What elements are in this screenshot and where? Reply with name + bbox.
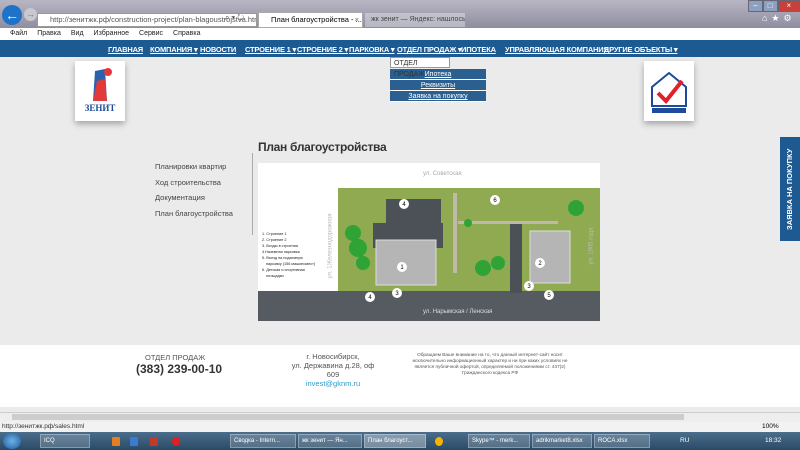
taskbar-item[interactable]: Сводка - Intern... — [230, 434, 296, 448]
minimize-button[interactable]: – — [748, 0, 763, 12]
nav-news[interactable]: НОВОСТИ — [200, 45, 236, 54]
footer-street: ул. Державина д.28, оф 609 — [291, 361, 375, 379]
nav-sales[interactable]: ОТДЕЛ ПРОДАЖ ▾ — [397, 45, 462, 54]
taskbar-excel[interactable]: ROCA.xlsx — [594, 434, 650, 448]
home-star-gear-icons[interactable]: ⌂★⚙ — [762, 13, 796, 24]
menu-edit[interactable]: Правка — [37, 28, 61, 40]
footer-disclaimer: Обращаем Ваше внимание на то, что данный… — [412, 352, 568, 375]
tab-title: План благоустройства - ... — [271, 15, 362, 24]
start-button[interactable] — [3, 433, 21, 449]
nav-building1[interactable]: СТРОЕНИЕ 1 ▾ — [245, 45, 296, 54]
status-bar: http://зенитжк.рф/sales.html — [0, 422, 800, 432]
tab-active[interactable]: План благоустройства - ... × — [258, 12, 363, 28]
language-indicator[interactable]: RU — [680, 434, 689, 448]
search-refresh-icons[interactable]: ⌕ ▾ ↻ — [225, 13, 244, 23]
window-controls: – □ × — [748, 0, 800, 12]
side-link-docs[interactable]: Документация — [155, 193, 233, 209]
purchase-request-tab[interactable]: ЗАЯВКА НА ПОКУПКУ — [780, 137, 800, 241]
page-title: План благоустройства — [258, 140, 387, 154]
menu-bar: Файл Правка Вид Избранное Сервис Справка — [0, 28, 800, 40]
street-top: ул. Советская — [423, 171, 462, 177]
menu-view[interactable]: Вид — [71, 28, 84, 40]
nav-building2[interactable]: СТРОЕНИЕ 2 ▾ — [297, 45, 348, 54]
quicklaunch-icon[interactable] — [112, 437, 120, 446]
forward-button[interactable]: → — [24, 8, 37, 21]
site-plan-map: 46123345 ул. Советская ул. 1Железнодорож… — [258, 163, 600, 321]
quicklaunch-icon[interactable] — [130, 437, 138, 446]
side-link-landscaping[interactable]: План благоустройства — [155, 209, 233, 225]
sales-dropdown: ОТДЕЛ ПРОДАЖ Ипотека Реквизиты Заявка на… — [390, 57, 486, 102]
close-tab-icon[interactable]: × — [355, 13, 359, 27]
novy-mir-logo[interactable] — [644, 61, 694, 121]
dropdown-requisites[interactable]: Реквизиты — [390, 80, 486, 91]
footer-address: г. Новосибирск, ул. Державина д.28, оф 6… — [288, 352, 378, 388]
legend-item: площадки — [266, 274, 284, 278]
clock[interactable]: 18:32 — [765, 434, 781, 448]
opera-icon[interactable] — [172, 437, 180, 446]
maximize-button[interactable]: □ — [762, 0, 778, 12]
taskbar-item-active[interactable]: План благоуст... — [364, 434, 426, 448]
address-bar[interactable]: http://зенитжк.рф/construction-project/p… — [37, 13, 257, 27]
map-legend: 1. Строение 1 2. Строение 2 3. Входы в с… — [262, 231, 316, 279]
street-left: ул. 1Железнодорожная — [327, 213, 334, 279]
footer-email-link[interactable]: invest@gknm.ru — [306, 379, 360, 388]
taskbar-excel[interactable]: adrikmarket8.xlsx — [532, 434, 592, 448]
side-nav: Планировки квартир Ход строительства Док… — [155, 162, 233, 224]
footer-sales-label: ОТДЕЛ ПРОДАЖ — [145, 353, 206, 362]
nav-mortgage[interactable]: ИПОТЕКА — [461, 45, 496, 54]
divider — [252, 153, 253, 235]
nav-home[interactable]: ГЛАВНАЯ — [108, 45, 143, 54]
street-right: ул. 1905 года — [588, 227, 595, 265]
scrollbar-thumb[interactable] — [12, 414, 684, 420]
menu-tools[interactable]: Сервис — [139, 28, 163, 40]
dropdown-sales[interactable]: ОТДЕЛ ПРОДАЖ — [390, 57, 450, 78]
tab-inactive[interactable]: жк зенит — Яндекс: нашлось... — [365, 13, 465, 27]
street-bottom: ул. Нарымская / Ленская — [423, 309, 493, 315]
nav-company[interactable]: КОМПАНИЯ ▾ — [150, 45, 198, 54]
menu-favorites[interactable]: Избранное — [94, 28, 129, 40]
zoom-level[interactable]: 100% — [762, 422, 779, 432]
footer-phone: (383) 239-00-10 — [136, 362, 223, 376]
taskbar-item[interactable]: жк зенит — Ян... — [298, 434, 362, 448]
site-nav: ГЛАВНАЯ КОМПАНИЯ ▾ НОВОСТИ СТРОЕНИЕ 1 ▾ … — [0, 40, 800, 57]
footer — [0, 345, 800, 407]
nav-parking[interactable]: ПАРКОВКА ▾ — [349, 45, 395, 54]
taskbar-skype[interactable]: Skype™ - merk... — [468, 434, 530, 448]
side-link-progress[interactable]: Ход строительства — [155, 178, 233, 194]
chrome-icon[interactable] — [435, 437, 443, 446]
side-link-layouts[interactable]: Планировки квартир — [155, 162, 233, 178]
nav-other[interactable]: ДРУГИЕ ОБЪЕКТЫ ▾ — [604, 45, 678, 54]
nav-management[interactable]: УПРАВЛЯЮЩАЯ КОМПАНИЯ — [505, 45, 609, 54]
taskbar-icq[interactable]: ICQ — [40, 434, 90, 448]
footer-city: г. Новосибирск, — [306, 352, 360, 361]
close-button[interactable]: × — [777, 0, 800, 12]
back-button[interactable]: ← — [2, 5, 22, 25]
zenit-logo[interactable]: ЗЕНИТ — [75, 61, 125, 121]
quicklaunch-icon[interactable] — [150, 437, 158, 446]
svg-text:ЗЕНИТ: ЗЕНИТ — [85, 103, 116, 113]
menu-file[interactable]: Файл — [10, 28, 27, 40]
dropdown-purchase-request[interactable]: Заявка на покупку — [390, 91, 486, 102]
menu-help[interactable]: Справка — [173, 28, 200, 40]
